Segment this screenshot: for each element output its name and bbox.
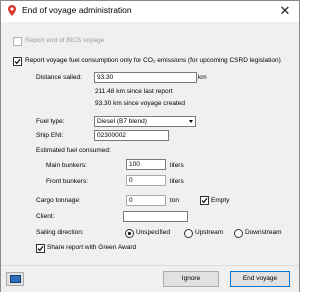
distance-input[interactable]: 93.30 [94, 72, 197, 83]
front-bunkers-label: Front bunkers: [46, 178, 88, 185]
radio-selected-dot [128, 232, 131, 235]
ignore-button[interactable]: Ignore [163, 271, 219, 287]
fuel-consumed-label: Estimated fuel consumed: [36, 147, 111, 154]
window-title: End of voyage administration [22, 5, 132, 15]
ship-eni-label: Ship ENI: [36, 132, 64, 139]
radio-unspecified[interactable] [125, 229, 134, 238]
fuel-type-value: Diesel (B7 blend) [97, 118, 147, 125]
fuel-type-label: Fuel type: [36, 118, 65, 125]
empty-label: Empty [211, 197, 230, 204]
empty-checkbox[interactable] [200, 196, 209, 205]
front-bunkers-input[interactable]: 0 [126, 175, 166, 186]
sailing-label: Sailing direction: [36, 229, 84, 236]
radio-upstream[interactable] [184, 229, 193, 238]
distance-since-last: 211.48 km since last report [95, 88, 173, 95]
cargo-label: Cargo tonnage: [36, 197, 81, 204]
dialog-footer: Ignore End voyage [1, 265, 299, 292]
client-input[interactable] [123, 211, 188, 222]
distance-since-created: 93.30 km since voyage created [95, 100, 185, 107]
cargo-input[interactable]: 0 [126, 195, 166, 206]
radio-downstream-label: Downstream [245, 229, 282, 236]
green-award-label: Share report with Green Award [47, 244, 137, 251]
close-icon[interactable]: ✕ [277, 3, 293, 19]
title-bar: End of voyage administration ✕ [1, 1, 299, 22]
ship-eni-input[interactable]: 02300002 [94, 130, 169, 141]
main-bunkers-label: Main bunkers: [46, 162, 87, 169]
chevron-down-icon [189, 120, 193, 123]
radio-downstream[interactable] [234, 229, 243, 238]
screen-button[interactable] [6, 272, 24, 286]
end-voyage-button[interactable]: End voyage [230, 271, 290, 287]
report-fuel-checkbox[interactable] [13, 57, 22, 66]
bics-checkbox[interactable] [13, 37, 22, 46]
main-bunkers-unit: liters [170, 162, 184, 169]
front-bunkers-unit: liters [170, 178, 184, 185]
location-pin-icon [8, 5, 16, 16]
fuel-type-select[interactable]: Diesel (B7 blend) [94, 116, 196, 127]
client-label: Client: [36, 213, 55, 220]
monitor-icon [10, 275, 21, 283]
distance-label: Distance sailed: [36, 74, 82, 81]
checkmark-icon [37, 246, 44, 252]
bics-label: Report end of BICS voyage [25, 37, 105, 44]
radio-upstream-label: Upstream [195, 229, 224, 236]
distance-unit: km [198, 74, 207, 81]
dialog-window: End of voyage administration ✕ Report en… [0, 0, 300, 292]
main-bunkers-input[interactable]: 100 [126, 159, 166, 170]
checkmark-icon [14, 59, 21, 65]
checkmark-icon [201, 198, 208, 204]
cargo-unit: ton [170, 197, 180, 204]
radio-unspecified-label: Unspecified [136, 229, 170, 236]
green-award-checkbox[interactable] [36, 244, 45, 253]
report-fuel-label: Report voyage fuel consumption only for … [25, 57, 281, 64]
